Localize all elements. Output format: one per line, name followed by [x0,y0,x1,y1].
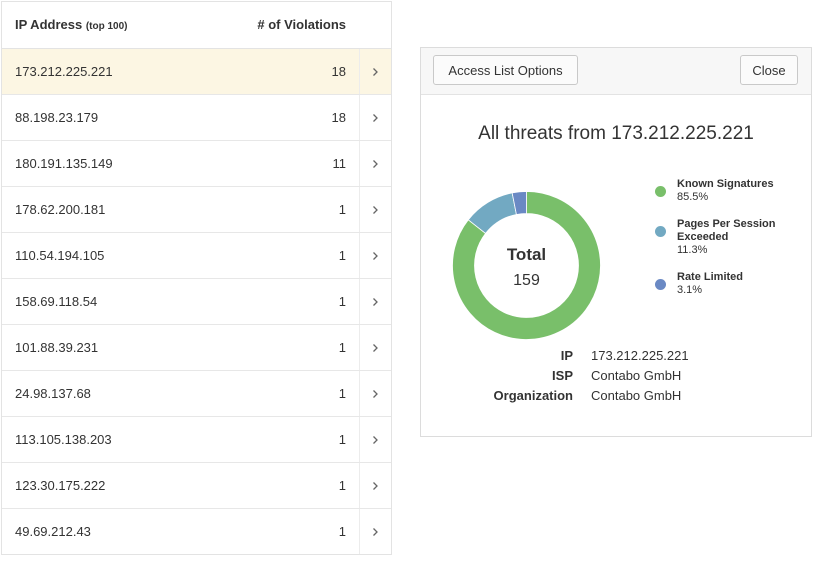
row-expand-button[interactable] [359,371,391,416]
table-row[interactable]: 101.88.39.231 1 [2,325,391,371]
table-header: IP Address (top 100) # of Violations [2,2,391,49]
table-row[interactable]: 110.54.194.105 1 [2,233,391,279]
header-violations: # of Violations [257,17,346,32]
row-ip-address: 123.30.175.222 [15,478,106,493]
detail-key: Organization [493,388,573,403]
legend-item: Known Signatures 85.5% [655,178,787,204]
row-expand-button[interactable] [359,95,391,140]
ip-violations-table: IP Address (top 100) # of Violations 173… [1,1,392,555]
row-ip-address: 110.54.194.105 [15,248,105,263]
table-row[interactable]: 24.98.137.68 1 [2,371,391,417]
row-violation-count: 1 [338,202,346,217]
row-violation-count: 1 [338,386,346,401]
row-expand-button[interactable] [359,233,391,278]
row-ip-address: 24.98.137.68 [15,386,91,401]
detail-value: Contabo GmbH [591,388,682,403]
row-ip-address: 49.69.212.43 [15,524,91,539]
ip-details: IP 173.212.225.221 ISP Contabo GmbH Organiza… [421,348,811,408]
table-row[interactable]: 88.198.23.179 18 [2,95,391,141]
table-body: 173.212.225.221 18 88.198.23.179 18 180.191.… [2,49,391,555]
chevron-right-icon [373,297,378,306]
detail-row: ISP Contabo GmbH [421,368,811,388]
row-expand-button[interactable] [359,49,391,94]
row-expand-button[interactable] [359,187,391,232]
chevron-right-icon [373,389,378,398]
panel-toolbar: Access List Options Close [421,48,811,95]
legend-item: Pages Per Session Exceeded 11.3% [655,218,787,257]
panel-title: All threats from 173.212.225.221 [478,123,754,144]
legend-swatch [655,279,666,290]
donut-total-value: 159 [513,272,540,289]
detail-key: ISP [552,368,573,383]
row-violation-count: 18 [331,110,346,125]
row-violation-count: 1 [338,340,346,355]
table-row[interactable]: 123.30.175.222 1 [2,463,391,509]
chevron-right-icon [373,205,378,214]
row-violation-count: 18 [331,64,346,79]
detail-value: Contabo GmbH [591,368,682,383]
table-row[interactable]: 113.105.138.203 1 [2,417,391,463]
table-row[interactable]: 49.69.212.43 1 [2,509,391,555]
row-ip-address: 88.198.23.179 [15,110,99,125]
row-violation-count: 1 [338,478,346,493]
header-ip-address: IP Address (top 100) [15,17,128,32]
header-ip-note: (top 100) [85,21,128,32]
row-expand-button[interactable] [359,141,391,186]
row-expand-button[interactable] [359,279,391,324]
row-ip-address: 173.212.225.221 [15,64,113,79]
table-row[interactable]: 173.212.225.221 18 [2,49,391,95]
legend-swatch [655,186,666,197]
table-row[interactable]: 180.191.135.149 11 [2,141,391,187]
row-violation-count: 1 [338,294,346,309]
row-violation-count: 1 [338,248,346,263]
detail-row: Organization Contabo GmbH [421,388,811,408]
chevron-right-icon [373,343,378,352]
chevron-right-icon [373,527,378,536]
chevron-right-icon [373,113,378,122]
chevron-right-icon [373,67,378,76]
row-violation-count: 1 [338,432,346,447]
legend-percent: 11.3% [677,244,708,256]
legend-label: Pages Per Session Exceeded [677,218,776,243]
legend-label: Known Signatures [677,178,774,190]
row-ip-address: 158.69.118.54 [15,294,98,309]
threats-donut-chart: Total 159 [452,191,601,340]
chevron-right-icon [373,481,378,490]
donut-total-label: Total [507,245,546,264]
chevron-right-icon [373,251,378,260]
table-row[interactable]: 158.69.118.54 1 [2,279,391,325]
row-ip-address: 180.191.135.149 [15,156,113,171]
threat-detail-panel: Access List Options Close All threats fr… [420,47,812,437]
row-ip-address: 113.105.138.203 [15,432,112,447]
detail-value: 173.212.225.221 [591,348,689,363]
access-list-options-button[interactable]: Access List Options [433,55,578,85]
row-expand-button[interactable] [359,463,391,508]
detail-key: IP [560,348,573,363]
row-violation-count: 11 [332,156,347,171]
legend-item: Rate Limited 3.1% [655,271,787,297]
close-button[interactable]: Close [740,55,798,85]
table-row[interactable]: 178.62.200.181 1 [2,187,391,233]
chevron-right-icon [373,435,378,444]
chart-legend: Known Signatures 85.5% Pages Per Session E… [655,178,787,311]
legend-swatch [655,226,666,237]
row-expand-button[interactable] [359,417,391,462]
row-violation-count: 1 [338,524,346,539]
legend-percent: 3.1% [677,284,703,296]
row-expand-button[interactable] [359,509,391,554]
chevron-right-icon [373,159,378,168]
legend-label: Rate Limited [677,271,744,283]
detail-row: IP 173.212.225.221 [421,348,811,368]
header-ip-label: IP Address [15,17,83,32]
row-expand-button[interactable] [359,325,391,370]
legend-percent: 85.5% [677,191,709,203]
row-ip-address: 101.88.39.231 [15,340,99,355]
row-ip-address: 178.62.200.181 [15,202,106,217]
